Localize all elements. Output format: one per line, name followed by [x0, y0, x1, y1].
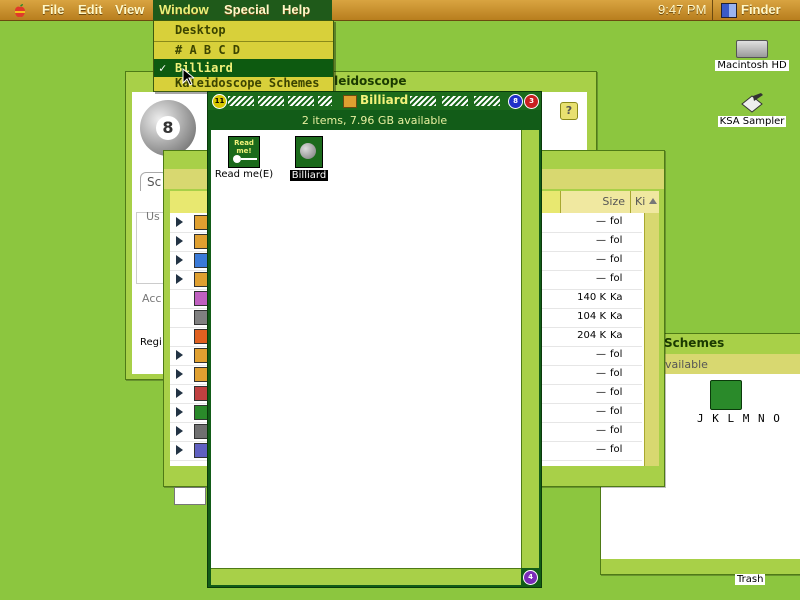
cell-size: — [596, 444, 606, 455]
cell-size: — [596, 387, 606, 398]
cell-kind: fol [610, 216, 623, 227]
section-label: Us [146, 210, 160, 223]
desktop-icon-macintosh-hd[interactable]: Macintosh HD [712, 40, 792, 71]
column-header-kind[interactable]: Ki [635, 195, 645, 208]
window-title: Schemes [664, 336, 725, 350]
vertical-scrollbar[interactable] [521, 130, 539, 568]
cell-size: — [596, 216, 606, 227]
column-header-size[interactable]: Size [602, 195, 625, 208]
desktop-icon-trash[interactable]: Trash [735, 574, 766, 585]
window-title-bar[interactable]: 11 Billiard 8 3 [208, 92, 541, 110]
menu-clock[interactable]: 9:47 PM [652, 0, 712, 20]
disclosure-triangle-icon[interactable] [176, 274, 183, 284]
file-read-me[interactable]: Read me! Read me(E) [214, 136, 274, 180]
cell-size: — [596, 235, 606, 246]
section-label: Acc [142, 292, 162, 305]
menu-bar: File Edit View Window Special Help 9:47 … [0, 0, 800, 21]
window-menu-dropdown[interactable]: Desktop # A B C D ✓ Billiard Kaleidoscop… [153, 20, 334, 92]
menu-item-kaleidoscope-schemes[interactable]: Kaleidoscope Schemes [154, 74, 333, 92]
desktop-icon-label: KSA Sampler [717, 116, 787, 127]
window-title: aleidoscope [326, 74, 407, 88]
collapse-box-icon[interactable]: 3 [524, 94, 539, 109]
billiard-application-icon [295, 136, 323, 168]
application-menu[interactable]: Finder [712, 0, 800, 20]
cell-kind: fol [610, 254, 623, 265]
help-icon[interactable]: ? [560, 102, 578, 120]
cell-size: — [596, 273, 606, 284]
cell-kind: fol [610, 387, 623, 398]
cell-kind: fol [610, 273, 623, 284]
disclosure-triangle-icon[interactable] [176, 369, 183, 379]
icon-view[interactable]: Read me! Read me(E) Billiard [211, 130, 521, 568]
status-text: vailable [665, 358, 708, 371]
desktop-icon-label: Trash [737, 574, 764, 585]
disclosure-triangle-icon[interactable] [176, 255, 183, 265]
window-title: Billiard [360, 93, 409, 107]
hard-disk-icon [736, 40, 768, 58]
menu-file[interactable]: File [36, 0, 70, 20]
cell-size: — [596, 254, 606, 265]
scheme-folder-label: J K L M N O [697, 412, 781, 425]
horizontal-scrollbar[interactable] [211, 568, 521, 585]
zoom-box-icon[interactable]: 8 [508, 94, 523, 109]
menu-special[interactable]: Special [218, 0, 276, 20]
folder-icon [343, 95, 357, 108]
cell-kind: fol [610, 349, 623, 360]
file-billiard[interactable]: Billiard [281, 136, 337, 181]
disclosure-triangle-icon[interactable] [176, 426, 183, 436]
resize-box-icon[interactable]: 4 [523, 570, 538, 585]
cell-kind: fol [610, 406, 623, 417]
sort-direction-icon[interactable] [649, 198, 657, 204]
disclosure-triangle-icon[interactable] [176, 407, 183, 417]
cell-kind: fol [610, 368, 623, 379]
cell-kind: fol [610, 425, 623, 436]
desktop-icon-label: Macintosh HD [715, 60, 789, 71]
disclosure-triangle-icon[interactable] [176, 388, 183, 398]
disclosure-triangle-icon[interactable] [176, 236, 183, 246]
billiard-ball-icon: 8 [140, 100, 196, 156]
file-label: Read me(E) [214, 169, 274, 180]
cell-size: — [596, 349, 606, 360]
menu-edit[interactable]: Edit [72, 0, 109, 20]
scheme-folder-icon[interactable] [710, 380, 742, 410]
mouse-cursor-icon [182, 67, 196, 89]
cell-size: — [596, 425, 606, 436]
apple-menu-icon[interactable] [13, 3, 27, 17]
vertical-scrollbar[interactable] [644, 213, 659, 466]
read-me-document-icon: Read me! [228, 136, 260, 168]
menu-view[interactable]: View [109, 0, 150, 20]
cell-kind: Ka [610, 311, 623, 322]
section-label: Regi [140, 337, 162, 348]
desktop-icon-ksa-sampler[interactable]: KSA Sampler [712, 92, 792, 127]
disclosure-triangle-icon[interactable] [176, 350, 183, 360]
cell-kind: fol [610, 235, 623, 246]
disclosure-triangle-icon[interactable] [176, 217, 183, 227]
cell-size: — [596, 368, 606, 379]
disclosure-triangle-icon[interactable] [176, 445, 183, 455]
disk-image-icon [739, 92, 765, 114]
cell-kind: Ka [610, 330, 623, 341]
menu-item-abcd[interactable]: # A B C D [154, 41, 333, 59]
cell-size: 204 K [577, 330, 606, 341]
status-bar: 2 items, 7.96 GB available [301, 114, 448, 127]
close-box-icon[interactable]: 11 [212, 94, 227, 109]
menu-help[interactable]: Help [276, 0, 316, 20]
cell-kind: Ka [610, 292, 623, 303]
billiard-window[interactable]: 11 Billiard 8 3 2 items, 7.96 GB availab… [207, 91, 542, 588]
cell-kind: fol [610, 444, 623, 455]
cell-size: 104 K [577, 311, 606, 322]
menu-item-desktop[interactable]: Desktop [154, 21, 333, 39]
cell-size: 140 K [577, 292, 606, 303]
application-menu-label: Finder [741, 2, 781, 17]
file-label: Billiard [289, 170, 329, 181]
cell-size: — [596, 406, 606, 417]
